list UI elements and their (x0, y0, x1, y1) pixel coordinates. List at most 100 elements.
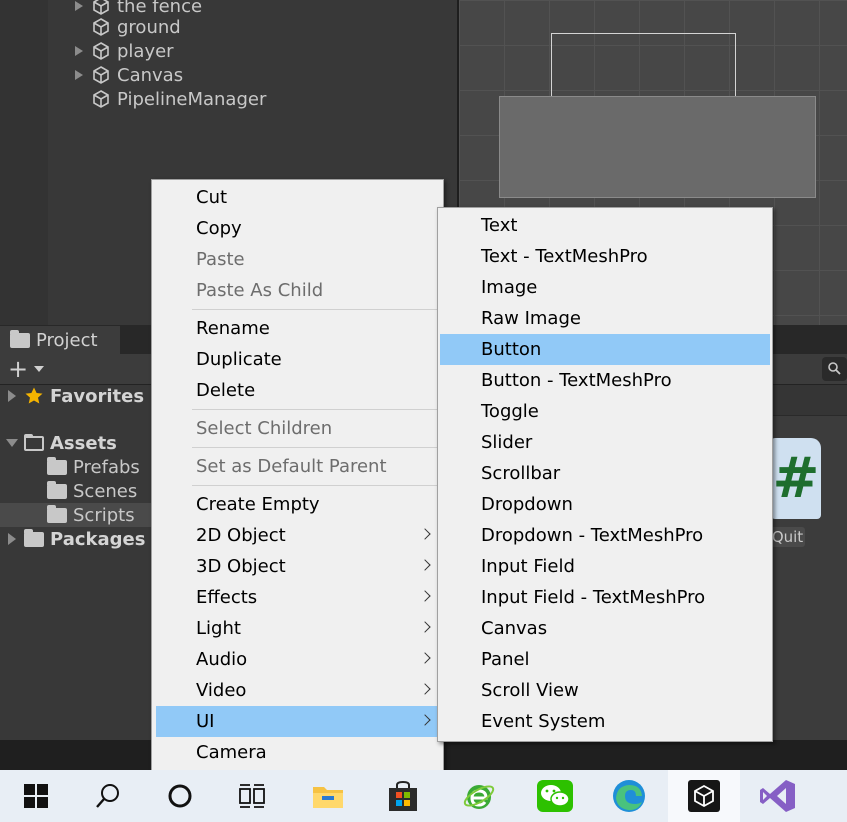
hierarchy-item-ground[interactable]: ground (91, 15, 181, 39)
menu-item-effects[interactable]: Effects (156, 582, 439, 613)
hierarchy-item-canvas[interactable]: Canvas (75, 63, 183, 87)
search-icon (828, 362, 841, 375)
ui-submenu: Text Text - TextMeshPro Image Raw Image … (437, 207, 773, 742)
start-button[interactable] (0, 770, 72, 822)
tree-item-label: Favorites (50, 385, 145, 407)
file-explorer-button[interactable] (292, 770, 364, 822)
tab-project[interactable]: Project (0, 326, 120, 354)
ie-browser-icon (463, 785, 495, 809)
submenu-item-scroll-view[interactable]: Scroll View (440, 675, 770, 706)
submenu-item-text-textmeshpro[interactable]: Text - TextMeshPro (440, 241, 770, 272)
expand-arrow-icon[interactable] (75, 1, 83, 11)
menu-item-2d-object[interactable]: 2D Object (156, 520, 439, 551)
submenu-item-input-field[interactable]: Input Field (440, 551, 770, 582)
wechat-icon (537, 780, 573, 812)
menu-item-ui[interactable]: UI (156, 706, 439, 737)
tree-item-favorites[interactable]: Favorites (8, 384, 144, 408)
store-button[interactable] (367, 770, 439, 822)
chevron-right-icon (419, 528, 431, 540)
collapse-arrow-icon[interactable] (6, 439, 18, 447)
submenu-item-canvas[interactable]: Canvas (440, 613, 770, 644)
submenu-item-input-field-textmeshpro[interactable]: Input Field - TextMeshPro (440, 582, 770, 613)
tree-item-label: Scripts (73, 504, 135, 526)
menu-item-light[interactable]: Light (156, 613, 439, 644)
submenu-item-toggle[interactable]: Toggle (440, 396, 770, 427)
menu-item-3d-object[interactable]: 3D Object (156, 551, 439, 582)
hierarchy-item-pipelinemanager[interactable]: PipelineManager (91, 87, 266, 111)
submenu-item-scrollbar[interactable]: Scrollbar (440, 458, 770, 489)
menu-item-label: Video (196, 680, 247, 701)
search-icon (96, 784, 119, 808)
menu-item-delete[interactable]: Delete (156, 375, 439, 406)
gameobject-cube-icon (93, 66, 109, 84)
gameobject-cube-icon (93, 42, 109, 60)
menu-item-label: Light (196, 618, 241, 639)
hierarchy-item-label: ground (117, 16, 181, 38)
menu-item-create-empty[interactable]: Create Empty (156, 489, 439, 520)
csharp-script-icon[interactable]: # (771, 438, 821, 519)
menu-item-label: 3D Object (196, 556, 286, 577)
search-button[interactable] (822, 357, 847, 381)
menu-item-audio[interactable]: Audio (156, 644, 439, 675)
file-explorer-icon (313, 787, 343, 808)
menu-separator (192, 309, 438, 310)
submenu-item-raw-image[interactable]: Raw Image (440, 303, 770, 334)
submenu-item-slider[interactable]: Slider (440, 427, 770, 458)
tree-item-packages[interactable]: Packages (8, 527, 145, 551)
unity-button[interactable] (668, 770, 740, 822)
submenu-item-dropdown[interactable]: Dropdown (440, 489, 770, 520)
menu-item-rename[interactable]: Rename (156, 313, 439, 344)
tree-item-scenes[interactable]: Scenes (47, 479, 137, 503)
folder-icon (24, 528, 44, 547)
expand-arrow-icon[interactable] (8, 390, 16, 402)
chevron-right-icon (419, 652, 431, 664)
unity-icon (688, 780, 720, 812)
asset-label[interactable]: Quit (770, 527, 805, 547)
submenu-item-panel[interactable]: Panel (440, 644, 770, 675)
dropdown-caret-icon[interactable] (34, 366, 44, 372)
hierarchy-item-player[interactable]: player (75, 39, 174, 63)
folder-icon (47, 504, 67, 523)
menu-item-video[interactable]: Video (156, 675, 439, 706)
chevron-right-icon (419, 714, 431, 726)
menu-item-copy[interactable]: Copy (156, 213, 439, 244)
menu-item-paste: Paste (196, 249, 245, 270)
menu-item-cut[interactable]: Cut (156, 182, 439, 213)
hierarchy-gutter (0, 0, 48, 325)
folder-icon (10, 329, 30, 348)
menu-item-label: 2D Object (196, 525, 286, 546)
submenu-item-text[interactable]: Text (440, 210, 770, 241)
tree-item-assets[interactable]: Assets (6, 431, 117, 455)
wechat-button[interactable] (519, 770, 591, 822)
menu-separator (192, 409, 438, 410)
submenu-item-event-system[interactable]: Event System (440, 706, 770, 737)
chevron-right-icon (419, 559, 431, 571)
gameobject-cube-icon (93, 18, 109, 36)
task-view-button[interactable] (216, 770, 288, 822)
expand-arrow-icon[interactable] (8, 533, 16, 545)
edge-button[interactable] (593, 770, 665, 822)
expand-arrow-icon[interactable] (75, 70, 83, 80)
taskbar-search-button[interactable] (72, 770, 144, 822)
hierarchy-item-label: player (117, 40, 174, 62)
tree-item-label: Scenes (73, 480, 138, 502)
folder-icon (47, 456, 67, 475)
submenu-item-button[interactable]: Button (440, 334, 770, 365)
visual-studio-button[interactable] (742, 770, 814, 822)
menu-item-duplicate[interactable]: Duplicate (156, 344, 439, 375)
visual-studio-icon (760, 780, 795, 812)
menu-item-camera[interactable]: Camera (156, 737, 439, 768)
chevron-right-icon (419, 590, 431, 602)
tree-item-prefabs[interactable]: Prefabs (47, 455, 140, 479)
tree-item-scripts[interactable]: Scripts (47, 503, 135, 527)
submenu-item-image[interactable]: Image (440, 272, 770, 303)
star-icon (25, 387, 43, 404)
submenu-item-button-textmeshpro[interactable]: Button - TextMeshPro (440, 365, 770, 396)
menu-item-label: Audio (196, 649, 248, 670)
submenu-item-dropdown-textmeshpro[interactable]: Dropdown - TextMeshPro (440, 520, 770, 551)
expand-arrow-icon[interactable] (75, 46, 83, 56)
menu-item-select-children: Select Children (196, 418, 333, 439)
ie-browser-button[interactable] (443, 770, 515, 822)
add-asset-button[interactable]: + (8, 357, 28, 381)
cortana-button[interactable] (144, 770, 216, 822)
